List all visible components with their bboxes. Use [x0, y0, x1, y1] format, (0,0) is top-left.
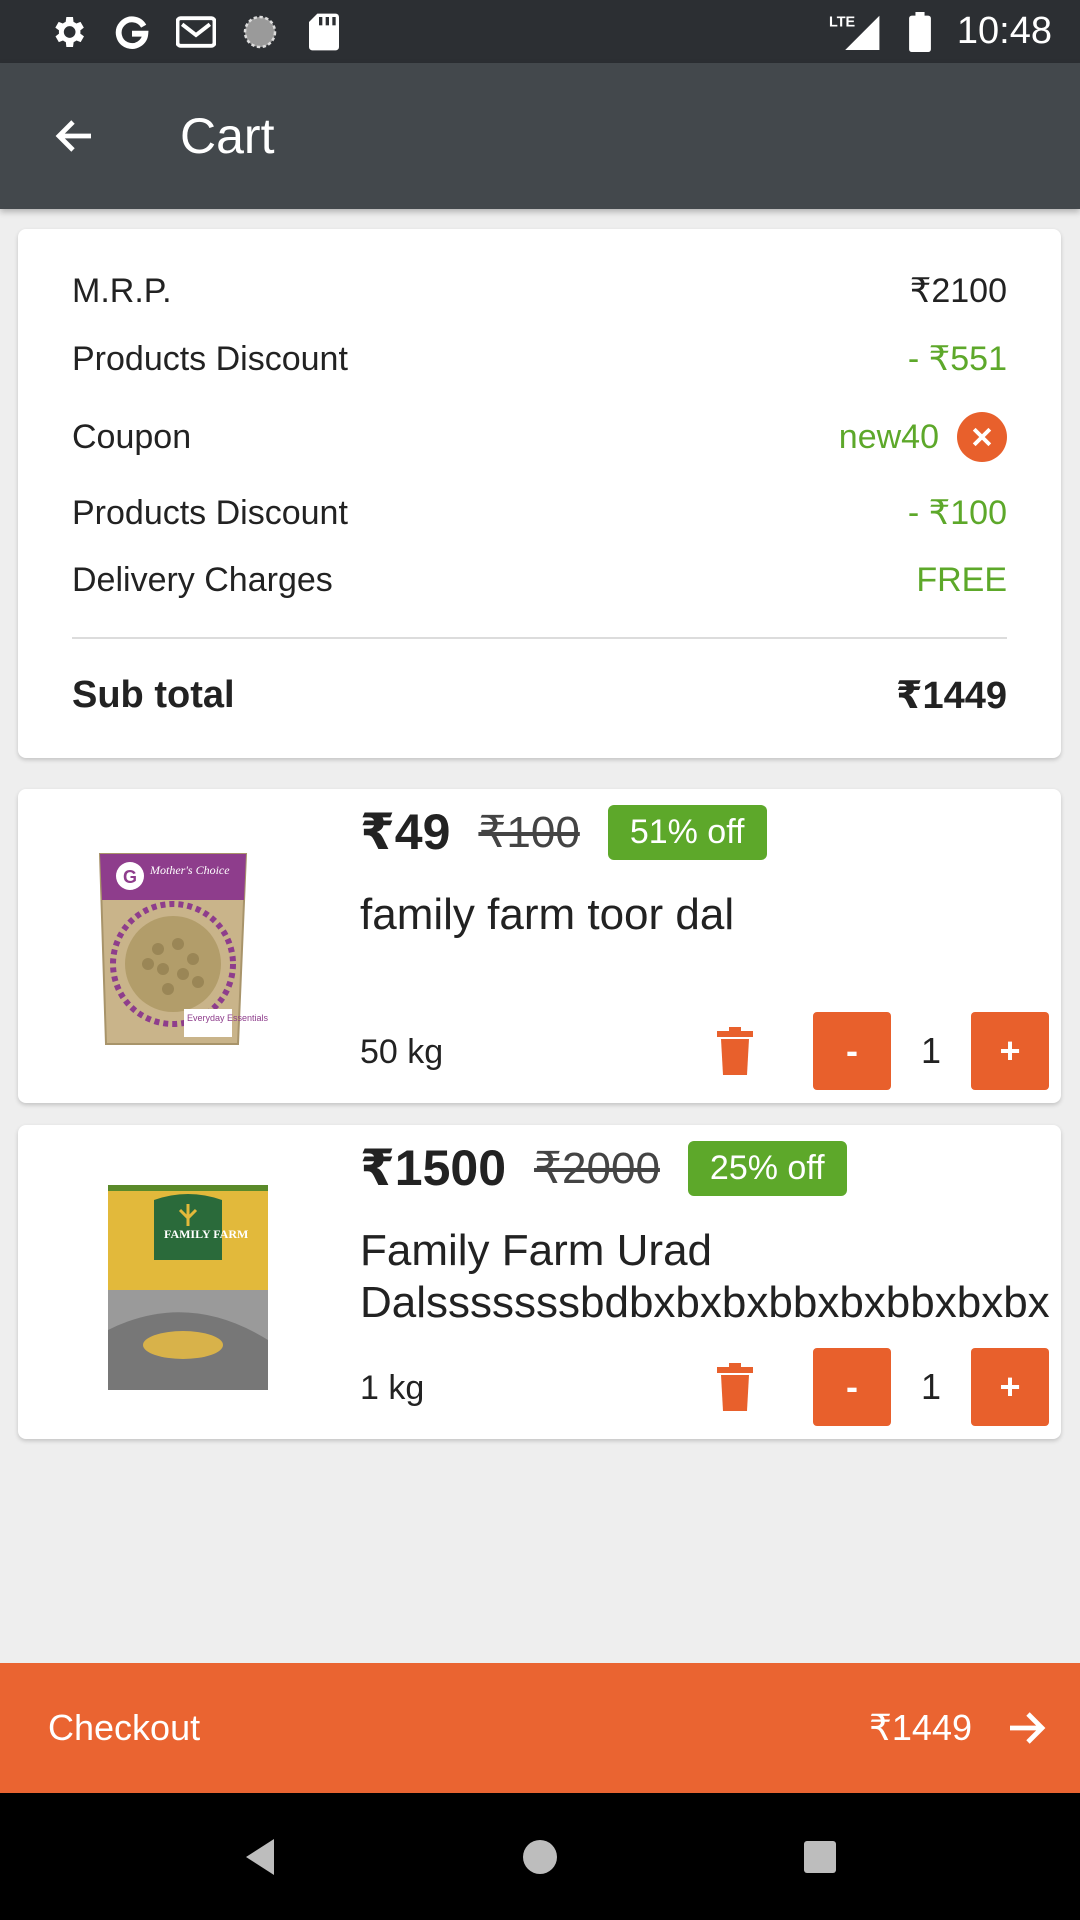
product-image: FAMILY FARM: [68, 1170, 278, 1400]
price-line: ₹49 ₹100 51% off: [360, 803, 767, 861]
arrow-right-icon: [1010, 1712, 1046, 1744]
battery-icon: [907, 11, 933, 52]
clock: 10:48: [956, 10, 1052, 52]
arrow-left-icon: [55, 120, 91, 152]
decrease-quantity-button[interactable]: -: [813, 1012, 891, 1090]
trash-icon: [717, 1027, 753, 1075]
network-type-label: LTE: [829, 14, 856, 30]
delete-item-button[interactable]: [705, 1021, 765, 1081]
mrp-value: ₹2100: [909, 272, 1007, 310]
sync-icon: [240, 12, 280, 52]
subtotal-value: ₹1449: [896, 675, 1007, 717]
product-name[interactable]: Family Farm Urad Dalsssssssbdbxbxbxbbxbx…: [360, 1225, 1050, 1329]
product-name[interactable]: family farm toor dal: [360, 889, 1050, 941]
triangle-back-icon: [246, 1838, 274, 1875]
page-title: Cart: [180, 108, 275, 164]
price: ₹49: [360, 804, 451, 860]
coupon-code: new40: [838, 417, 939, 456]
original-price: ₹100: [478, 807, 580, 857]
products-discount-value: - ₹551: [907, 340, 1007, 378]
subtotal-row: Sub total ₹1449: [72, 673, 1007, 718]
mrp-label: M.R.P.: [72, 271, 172, 310]
price-summary-card: M.R.P. ₹2100 Products Discount - ₹551 Co…: [18, 229, 1061, 758]
delivery-value: FREE: [916, 561, 1007, 599]
quantity-controls: - 1 +: [705, 1348, 1049, 1426]
subtotal-label: Sub total: [72, 674, 235, 716]
checkout-amount: ₹1449: [869, 1707, 972, 1748]
checkout-label: Checkout: [48, 1707, 201, 1748]
coupon-applied: new40: [839, 412, 1007, 462]
circle-home-icon: [523, 1839, 557, 1874]
system-navigation-bar: [0, 1793, 1080, 1920]
quantity-value: 1: [920, 1030, 942, 1071]
sd-card-icon: [304, 12, 344, 52]
status-bar: LTE 10:48: [0, 0, 1080, 63]
coupon-discount-label: Products Discount: [72, 493, 348, 532]
delivery-label: Delivery Charges: [72, 561, 333, 599]
cart-screen: LTE 10:48 Cart M.R.P. ₹2100 Products Dis…: [0, 0, 1080, 1920]
status-bar-left: [48, 12, 344, 52]
mrp-row: M.R.P. ₹2100: [72, 271, 1007, 311]
summary-divider: [72, 637, 1007, 639]
discount-badge: 51% off: [607, 804, 767, 860]
pack-label: Everyday Essentials: [187, 1013, 269, 1023]
delete-item-button[interactable]: [705, 1357, 765, 1417]
delivery-row: Delivery Charges FREE: [72, 561, 1007, 600]
quantity-controls: - 1 +: [705, 1012, 1049, 1090]
remove-coupon-button[interactable]: [957, 412, 1007, 462]
products-discount-row: Products Discount - ₹551: [72, 339, 1007, 379]
decrease-quantity-button[interactable]: -: [813, 1348, 891, 1426]
products-discount-label: Products Discount: [72, 339, 348, 378]
coupon-discount-row: Products Discount - ₹100: [72, 493, 1007, 533]
nav-home-button[interactable]: [505, 1822, 575, 1892]
product-weight: 1 kg: [360, 1369, 425, 1407]
brand-label: Mother's Choice: [149, 863, 230, 877]
brand-label: FAMILY FARM: [164, 1227, 248, 1241]
cart-item[interactable]: FAMILY FARM ₹1500 ₹2000 25% off Family F…: [18, 1125, 1061, 1439]
gmail-icon: [176, 12, 216, 52]
quantity-value: 1: [920, 1366, 942, 1407]
gear-icon: [48, 12, 88, 52]
increase-quantity-button[interactable]: +: [971, 1012, 1049, 1090]
cart-item[interactable]: G Mother's Choice Everyday Essentials ₹4…: [18, 789, 1061, 1103]
google-icon: [112, 12, 152, 52]
coupon-row: Coupon new40: [72, 412, 1007, 462]
price: ₹1500: [360, 1140, 507, 1196]
increase-quantity-button[interactable]: +: [971, 1348, 1049, 1426]
close-icon: [972, 427, 992, 447]
square-recents-icon: [804, 1840, 836, 1873]
trash-icon: [717, 1363, 753, 1411]
original-price: ₹2000: [534, 1143, 660, 1193]
checkout-button[interactable]: Checkout ₹1449: [0, 1663, 1080, 1793]
product-image: G Mother's Choice Everyday Essentials: [68, 834, 278, 1064]
signal-icon: LTE: [829, 12, 883, 52]
discount-badge: 25% off: [687, 1140, 847, 1196]
checkout-total: ₹1449: [869, 1704, 1050, 1752]
nav-back-button[interactable]: [225, 1822, 295, 1892]
back-button[interactable]: [38, 99, 112, 173]
nav-recents-button[interactable]: [785, 1822, 855, 1892]
product-weight: 50 kg: [360, 1033, 444, 1071]
coupon-label: Coupon: [72, 417, 192, 456]
svg-text:G: G: [123, 867, 137, 887]
app-bar: Cart: [0, 63, 1080, 209]
coupon-discount-value: - ₹100: [907, 494, 1007, 532]
status-bar-right: LTE 10:48: [829, 10, 1052, 53]
price-line: ₹1500 ₹2000 25% off: [360, 1139, 847, 1197]
